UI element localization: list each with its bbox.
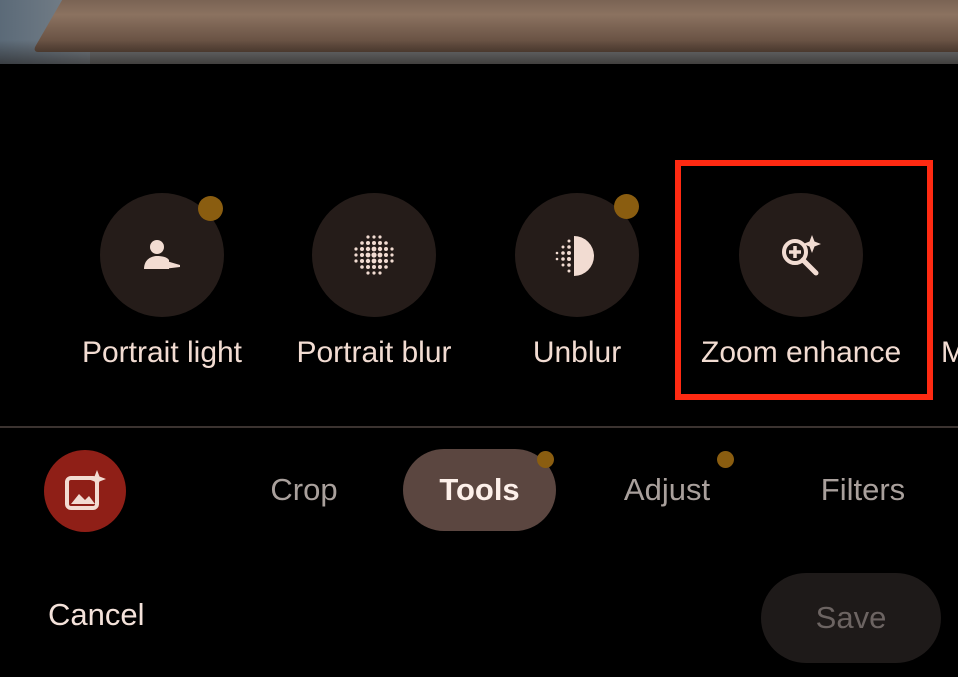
- divider: [0, 426, 958, 428]
- tab-crop[interactable]: Crop: [249, 449, 359, 531]
- save-button[interactable]: Save: [761, 573, 941, 663]
- tool-unblur[interactable]: Unblur: [477, 193, 677, 393]
- cancel-button[interactable]: Cancel: [48, 597, 145, 633]
- tool-label: Portrait blur: [296, 336, 452, 369]
- portrait-light-icon: [144, 240, 180, 269]
- tab-filters[interactable]: Filters: [806, 449, 920, 531]
- portrait-blur-icon: [354, 235, 394, 275]
- portrait-light-new-dot: [198, 196, 223, 221]
- magic-editor-icon: [65, 470, 106, 510]
- tool-label-partial[interactable]: M: [941, 336, 958, 370]
- magic-editor-button[interactable]: [44, 450, 126, 532]
- tools-new-dot: [537, 451, 554, 468]
- photo-shadow: [0, 40, 958, 64]
- adjust-new-dot: [717, 451, 734, 468]
- unblur-new-dot: [614, 194, 639, 219]
- tool-portrait-blur[interactable]: Portrait blur: [274, 193, 474, 393]
- tab-adjust[interactable]: Adjust: [604, 449, 730, 531]
- tool-portrait-blur-circle[interactable]: [312, 193, 436, 317]
- highlight-box: [675, 160, 933, 400]
- tool-portrait-light[interactable]: Portrait light: [62, 193, 262, 393]
- tool-label: Unblur: [532, 336, 622, 369]
- tool-label: Portrait light: [81, 336, 243, 369]
- tab-tools[interactable]: Tools: [403, 449, 556, 531]
- photo-preview: [0, 0, 958, 64]
- unblur-icon: [555, 236, 594, 276]
